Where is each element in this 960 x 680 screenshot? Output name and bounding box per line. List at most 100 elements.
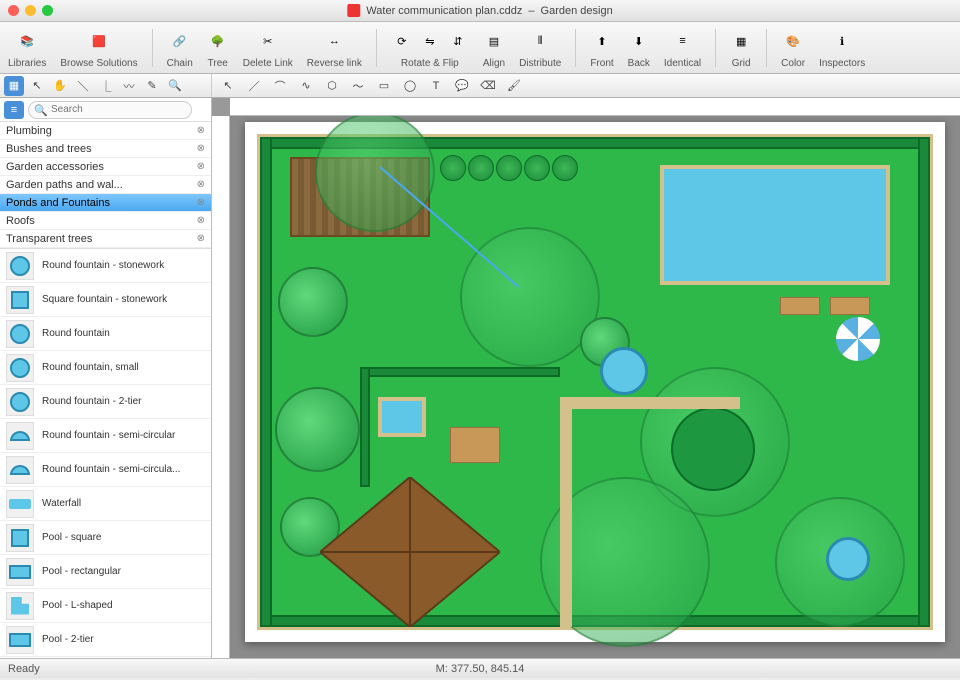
tool-arrow[interactable]: ↖ — [27, 76, 47, 96]
draw-style[interactable]: 🖌 — [504, 76, 524, 96]
tool-hand[interactable]: ✋ — [50, 76, 70, 96]
lounger[interactable] — [830, 297, 870, 315]
viewport[interactable] — [230, 116, 960, 658]
inspectors-icon[interactable]: ℹ — [831, 30, 853, 52]
tool-line[interactable]: ＼ — [73, 76, 93, 96]
lounger[interactable] — [780, 297, 820, 315]
zoom-window-icon[interactable] — [42, 5, 53, 16]
hedge[interactable] — [260, 137, 272, 627]
tool-zoom[interactable]: 🔍 — [165, 76, 185, 96]
tool-connector[interactable]: ⎿ — [96, 76, 116, 96]
hedge[interactable] — [360, 367, 560, 377]
delete-link-icon[interactable]: ✂ — [257, 30, 279, 52]
draw-callout[interactable]: 💬 — [452, 76, 472, 96]
reverse-link-icon[interactable]: ↔ — [323, 30, 345, 52]
rotate-icon[interactable]: ⟳ — [391, 30, 413, 52]
draw-pointer[interactable]: ↖ — [218, 76, 238, 96]
shape-item[interactable]: Square fountain - stonework — [0, 283, 211, 317]
shape-item[interactable]: Pool - 2-tier — [0, 623, 211, 657]
identical-icon[interactable]: ≡ — [672, 30, 694, 52]
panel-toggle-button[interactable]: ▦ — [4, 76, 24, 96]
shrub-row[interactable] — [440, 155, 578, 181]
draw-eraser[interactable]: ⌫ — [478, 76, 498, 96]
category-item[interactable]: Roofs⊗ — [0, 212, 211, 230]
transparent-tree[interactable] — [315, 116, 435, 232]
path[interactable] — [560, 397, 572, 627]
draw-line[interactable]: ／ — [244, 76, 264, 96]
tree[interactable] — [278, 267, 348, 337]
hedge[interactable] — [360, 367, 370, 487]
round-hedge[interactable] — [671, 407, 755, 491]
grid-icon[interactable]: ▦ — [730, 30, 752, 52]
drawing-page[interactable] — [245, 122, 945, 642]
back-icon[interactable]: ⬇ — [628, 30, 650, 52]
shape-item[interactable]: Round fountain - semi-circular — [0, 419, 211, 453]
draw-arc[interactable]: ⌒ — [270, 76, 290, 96]
shape-item[interactable]: Round fountain, small — [0, 351, 211, 385]
small-pool[interactable] — [378, 397, 426, 437]
toolbar-label: Reverse link — [307, 58, 362, 69]
category-item[interactable]: Ponds and Fountains⊗ — [0, 194, 211, 212]
patio-table[interactable] — [450, 427, 500, 463]
umbrella[interactable] — [836, 317, 880, 361]
shape-item[interactable]: Round fountain - stonework — [0, 249, 211, 283]
draw-ellipse[interactable]: ◯ — [400, 76, 420, 96]
canvas-area — [212, 98, 960, 658]
toolbar-label: Tree — [208, 58, 228, 69]
category-close-icon[interactable]: ⊗ — [197, 233, 205, 244]
category-close-icon[interactable]: ⊗ — [197, 161, 205, 172]
category-close-icon[interactable]: ⊗ — [197, 143, 205, 154]
category-item[interactable]: Bushes and trees⊗ — [0, 140, 211, 158]
minimize-window-icon[interactable] — [25, 5, 36, 16]
shape-item[interactable]: Pool - square — [0, 521, 211, 555]
draw-spline[interactable]: ∿ — [296, 76, 316, 96]
category-item[interactable]: Plumbing⊗ — [0, 122, 211, 140]
align-icon[interactable]: ▤ — [483, 30, 505, 52]
category-close-icon[interactable]: ⊗ — [197, 197, 205, 208]
toolbar-group-align: ▤Align — [483, 26, 505, 69]
tree-icon[interactable]: 🌳 — [207, 30, 229, 52]
shape-item[interactable]: Round fountain — [0, 317, 211, 351]
shape-item[interactable]: Round fountain - 2-tier — [0, 385, 211, 419]
shape-item[interactable]: Waterfall — [0, 487, 211, 521]
draw-rect[interactable]: ▭ — [374, 76, 394, 96]
shape-label: Round fountain, small — [42, 362, 139, 373]
library-view-mode-button[interactable]: ≡ — [4, 101, 24, 119]
category-close-icon[interactable]: ⊗ — [197, 179, 205, 190]
transparent-tree[interactable] — [460, 227, 600, 367]
chain-icon[interactable]: 🔗 — [169, 30, 191, 52]
shape-label: Round fountain - semi-circula... — [42, 464, 180, 475]
toolbar-group-front: ⬆Front — [590, 26, 613, 69]
libraries-icon[interactable]: 📚 — [16, 30, 38, 52]
draw-text[interactable]: T — [426, 76, 446, 96]
hedge[interactable] — [918, 137, 930, 627]
fountain[interactable] — [600, 347, 648, 395]
status-ready: Ready — [8, 663, 40, 675]
tool-text[interactable]: ✎ — [142, 76, 162, 96]
shape-item[interactable]: Round fountain - semi-circula... — [0, 453, 211, 487]
pool[interactable] — [660, 165, 890, 285]
close-window-icon[interactable] — [8, 5, 19, 16]
distribute-icon[interactable]: ⫴ — [529, 30, 551, 52]
tree[interactable] — [275, 387, 360, 472]
category-close-icon[interactable]: ⊗ — [197, 125, 205, 136]
draw-poly[interactable]: ⬡ — [322, 76, 342, 96]
search-icon: 🔍 — [34, 104, 48, 117]
category-close-icon[interactable]: ⊗ — [197, 215, 205, 226]
category-item[interactable]: Transparent trees⊗ — [0, 230, 211, 248]
path[interactable] — [560, 397, 740, 409]
house-roof[interactable] — [320, 477, 500, 627]
shape-item[interactable]: Pool - rectangular — [0, 555, 211, 589]
solutions-icon[interactable]: 🟥 — [88, 30, 110, 52]
fountain[interactable] — [826, 537, 870, 581]
tool-curve[interactable]: 〰 — [119, 76, 139, 96]
shape-item[interactable]: Pool - L-shaped — [0, 589, 211, 623]
library-search-input[interactable] — [28, 101, 192, 119]
flip-v-icon[interactable]: ⇵ — [447, 30, 469, 52]
color-icon[interactable]: 🎨 — [782, 30, 804, 52]
front-icon[interactable]: ⬆ — [591, 30, 613, 52]
category-item[interactable]: Garden accessories⊗ — [0, 158, 211, 176]
flip-h-icon[interactable]: ⇋ — [419, 30, 441, 52]
category-item[interactable]: Garden paths and wal...⊗ — [0, 176, 211, 194]
draw-bezier[interactable]: 〜 — [348, 76, 368, 96]
